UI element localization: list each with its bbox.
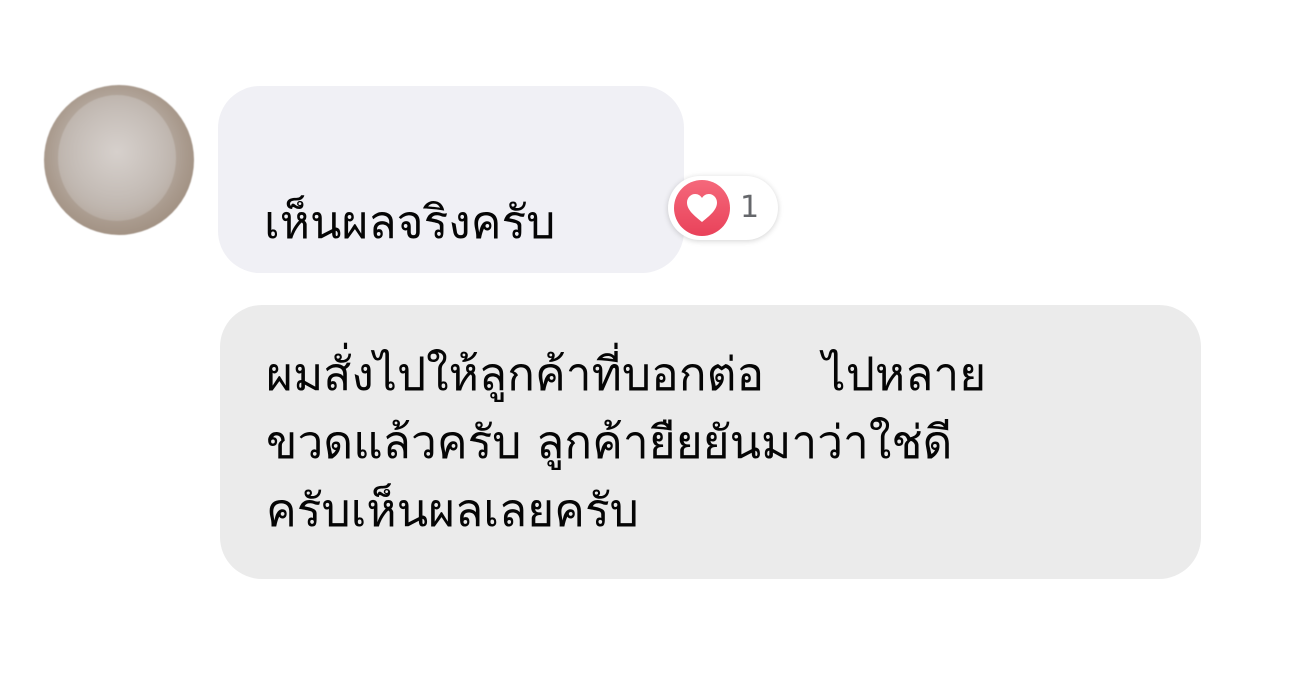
reaction-badge[interactable]: 1 <box>668 176 778 240</box>
message-text: เห็นผลจริงครับ <box>264 195 556 249</box>
avatar[interactable] <box>44 85 194 235</box>
message-text: ผมสั่งไปให้ลูกค้าที่บอกต่อ ไปหลาย ขวดแล้… <box>266 347 987 537</box>
reaction-count: 1 <box>740 190 760 225</box>
heart-icon <box>674 180 730 236</box>
